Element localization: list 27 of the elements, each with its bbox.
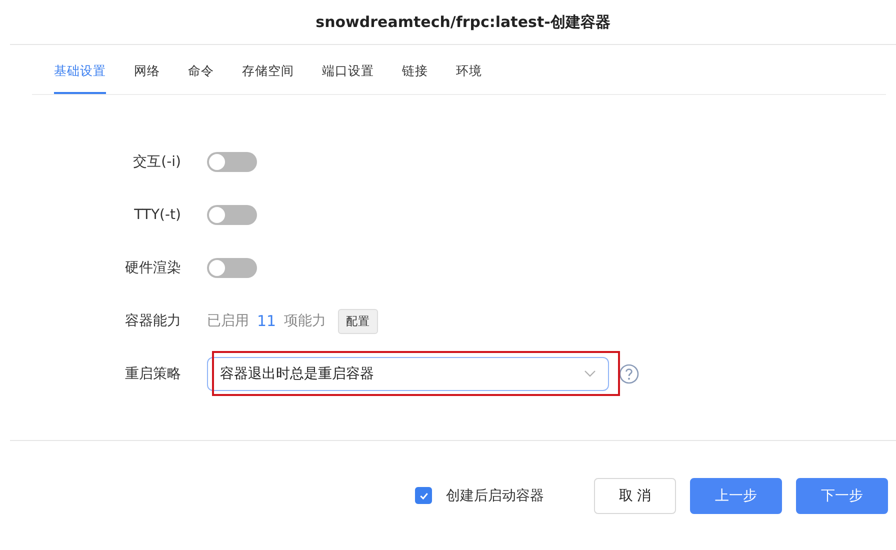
field-label: 容器能力 bbox=[124, 312, 181, 330]
field-label: TTY(-t) bbox=[133, 207, 181, 223]
configure-button[interactable]: 配置 bbox=[338, 308, 378, 334]
tab[interactable]: 基础设置 bbox=[54, 50, 106, 94]
window-title: snowdreamtech/frpc:latest-创建容器 bbox=[316, 12, 610, 32]
checkmark-icon bbox=[418, 490, 428, 500]
field-label: 硬件渲染 bbox=[124, 259, 181, 277]
checkbox-label: 创建后启动容器 bbox=[446, 486, 544, 504]
toggle-switch[interactable] bbox=[207, 258, 257, 278]
footer-button[interactable]: 取 消 bbox=[594, 478, 676, 514]
tab[interactable]: 存储空间 bbox=[242, 50, 294, 94]
capability-text: 已启用 bbox=[207, 312, 249, 330]
field-label: 重启策略 bbox=[124, 365, 181, 383]
tab[interactable]: 环境 bbox=[456, 50, 482, 94]
field-label: 交互(-i) bbox=[132, 153, 181, 171]
toggle-switch[interactable] bbox=[207, 205, 257, 225]
capability-text: 项能力 bbox=[284, 312, 326, 330]
checkbox[interactable] bbox=[415, 487, 432, 504]
capability-count: 11 bbox=[257, 312, 276, 330]
help-icon[interactable] bbox=[619, 364, 639, 384]
tab[interactable]: 命令 bbox=[188, 50, 214, 94]
tab[interactable]: 链接 bbox=[402, 50, 428, 94]
caret-icon bbox=[584, 370, 596, 378]
toggle-switch[interactable] bbox=[207, 152, 257, 172]
select-field[interactable]: 容器退出时总是重启容器 bbox=[207, 357, 609, 391]
tab[interactable]: 端口设置 bbox=[322, 50, 374, 94]
tab[interactable]: 网络 bbox=[134, 50, 160, 94]
